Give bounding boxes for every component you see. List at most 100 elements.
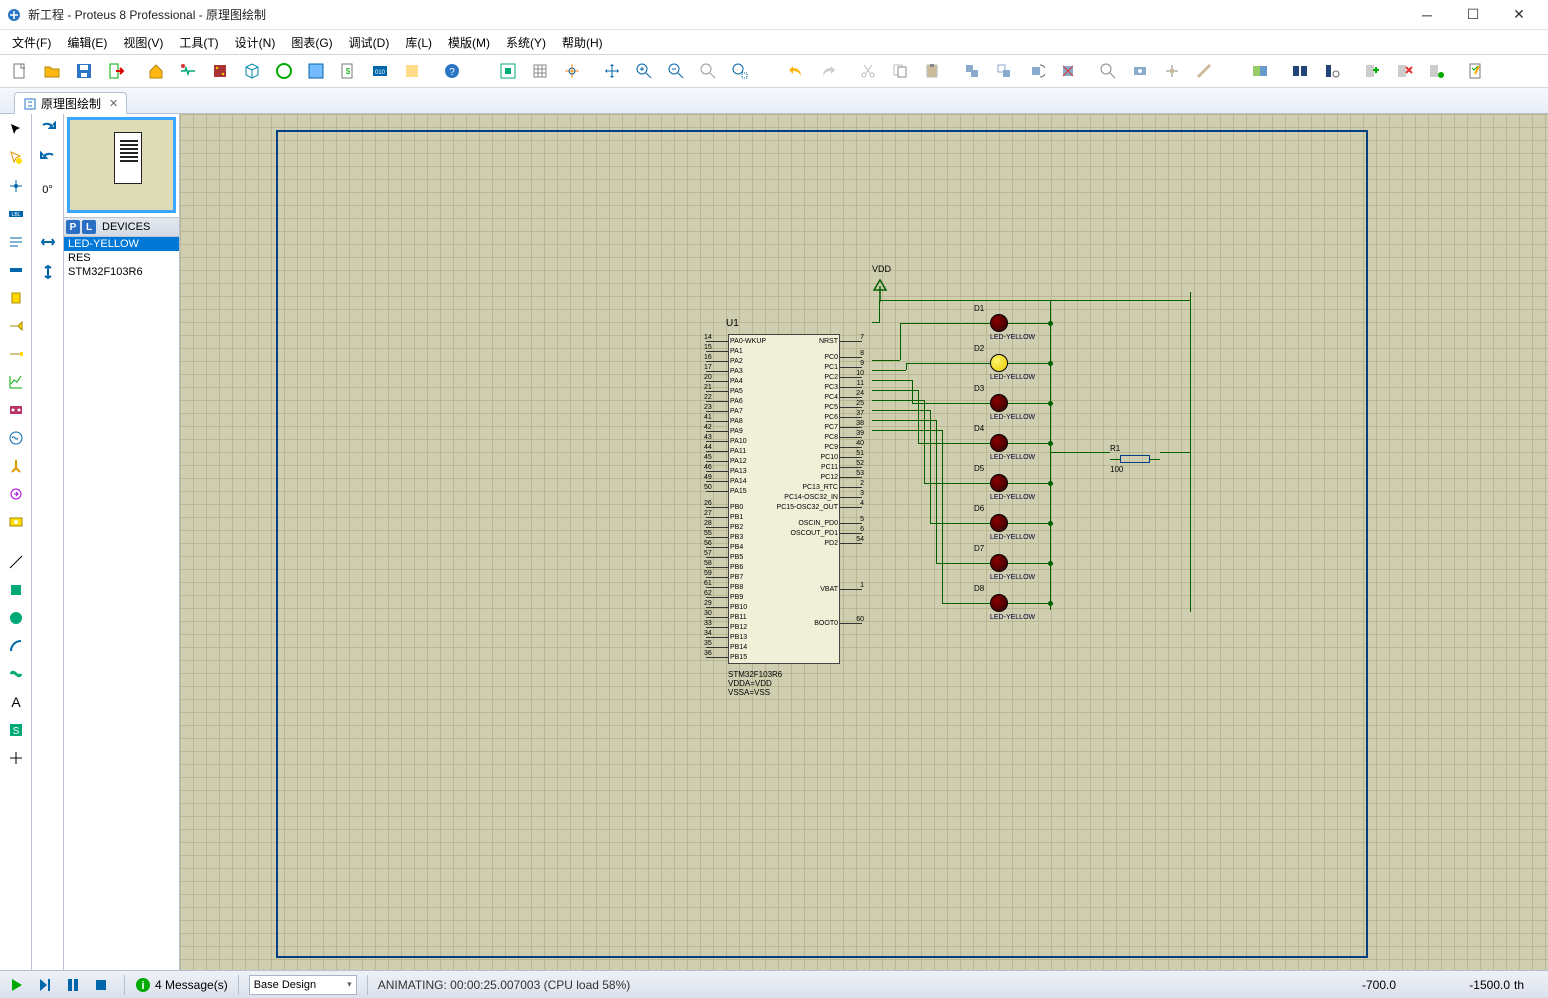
exit-icon[interactable] (101, 57, 131, 85)
cut-icon[interactable] (853, 57, 883, 85)
save-icon[interactable] (69, 57, 99, 85)
resistor-r1[interactable]: R1 100 (1110, 444, 1160, 474)
decompose-icon[interactable] (1157, 57, 1187, 85)
delpart-icon[interactable] (1389, 57, 1419, 85)
pick-l-button[interactable]: L (82, 220, 96, 234)
toggle-excl-icon[interactable] (1245, 57, 1275, 85)
junction-icon[interactable] (3, 174, 29, 198)
instruments-icon[interactable] (3, 510, 29, 534)
pcb-icon[interactable] (205, 57, 235, 85)
bom-icon[interactable]: $ (333, 57, 363, 85)
tab-schematic[interactable]: 原理图绘制 ✕ (14, 92, 127, 114)
generator-icon[interactable] (3, 426, 29, 450)
grid-icon[interactable] (525, 57, 555, 85)
menu-sys[interactable]: 系统(Y) (498, 32, 554, 53)
erc-icon[interactable] (1461, 57, 1491, 85)
menu-lib[interactable]: 库(L) (397, 32, 440, 53)
rotation-angle[interactable]: 0° (35, 178, 61, 202)
stop-button[interactable] (88, 974, 114, 996)
open-folder-icon[interactable] (37, 57, 67, 85)
tab-close-icon[interactable]: ✕ (109, 97, 118, 110)
component-mode-icon[interactable] (3, 146, 29, 170)
wire-tool-icon[interactable] (1189, 57, 1219, 85)
minimize-button[interactable]: ─ (1404, 0, 1450, 30)
undo-icon[interactable] (781, 57, 811, 85)
copy-icon[interactable] (885, 57, 915, 85)
design-explorer-icon[interactable] (301, 57, 331, 85)
block-delete-icon[interactable] (1053, 57, 1083, 85)
path-2d-icon[interactable] (3, 662, 29, 686)
vsm-icon[interactable] (397, 57, 427, 85)
device-item[interactable]: STM32F103R6 (64, 265, 179, 279)
block-rotate-icon[interactable] (1021, 57, 1051, 85)
led-D1[interactable]: D1LED-YELLOW (990, 314, 1035, 341)
symbol-2d-icon[interactable]: S (3, 718, 29, 742)
device-list[interactable]: LED-YELLOW RES STM32F103R6 (64, 237, 179, 970)
block-move-icon[interactable] (989, 57, 1019, 85)
bus-mode-icon[interactable] (3, 258, 29, 282)
design-selector[interactable]: Base Design ▾ (249, 975, 357, 995)
menu-design[interactable]: 设计(N) (227, 32, 284, 53)
mirror-v-icon[interactable] (35, 260, 61, 284)
rotate-cw-icon[interactable] (35, 118, 61, 142)
menu-chart[interactable]: 图表(G) (283, 32, 340, 53)
redo-icon[interactable] (813, 57, 843, 85)
newpart-icon[interactable] (1357, 57, 1387, 85)
label-mode-icon[interactable]: LBL (3, 202, 29, 226)
close-button[interactable]: ✕ (1496, 0, 1542, 30)
rotate-ccw-icon[interactable] (35, 148, 61, 172)
devicepin-icon[interactable] (3, 342, 29, 366)
zoom-in-icon[interactable] (629, 57, 659, 85)
zoom-all-icon[interactable] (693, 57, 723, 85)
step-button[interactable] (32, 974, 58, 996)
help-icon[interactable]: ? (437, 57, 467, 85)
source-icon[interactable]: 010 (365, 57, 395, 85)
zoom-out-icon[interactable] (661, 57, 691, 85)
search-parts-icon[interactable] (1317, 57, 1347, 85)
chip-u1[interactable]: U1 STM32F103R6 VDDA=VDD VSSA=VSS 14PA0-W… (696, 322, 872, 672)
marker-icon[interactable] (3, 746, 29, 770)
device-item[interactable]: RES (64, 251, 179, 265)
vdd-terminal[interactable] (872, 278, 888, 302)
menu-help[interactable]: 帮助(H) (554, 32, 611, 53)
led-D5[interactable]: D5LED-YELLOW (990, 474, 1035, 501)
block-copy-icon[interactable] (957, 57, 987, 85)
redraw-icon[interactable] (493, 57, 523, 85)
menu-file[interactable]: 文件(F) (4, 32, 59, 53)
device-item[interactable]: LED-YELLOW (64, 237, 179, 251)
menu-tool[interactable]: 工具(T) (171, 32, 226, 53)
subcircuit-icon[interactable] (3, 286, 29, 310)
menu-edit[interactable]: 编辑(E) (59, 32, 115, 53)
schematic-icon[interactable] (173, 57, 203, 85)
compile-icon[interactable] (1421, 57, 1451, 85)
text-2d-icon[interactable]: A (3, 690, 29, 714)
led-D3[interactable]: D3LED-YELLOW (990, 394, 1035, 421)
arc-2d-icon[interactable] (3, 634, 29, 658)
led-D6[interactable]: D6LED-YELLOW (990, 514, 1035, 541)
text-script-icon[interactable] (3, 230, 29, 254)
mirror-h-icon[interactable] (35, 230, 61, 254)
menu-debug[interactable]: 调试(D) (341, 32, 398, 53)
led-D2[interactable]: D2LED-YELLOW (990, 354, 1035, 381)
menu-tpl[interactable]: 模版(M) (440, 32, 498, 53)
line-2d-icon[interactable] (3, 550, 29, 574)
gerber-icon[interactable] (269, 57, 299, 85)
package-icon[interactable] (1125, 57, 1155, 85)
graph-mode-icon[interactable] (3, 370, 29, 394)
voltage-probe-icon[interactable] (3, 454, 29, 478)
pause-button[interactable] (60, 974, 86, 996)
box-2d-icon[interactable] (3, 578, 29, 602)
zoom-area-icon[interactable] (725, 57, 755, 85)
home-icon[interactable] (141, 57, 171, 85)
pick-icon[interactable] (1093, 57, 1123, 85)
3d-icon[interactable] (237, 57, 267, 85)
pick-p-button[interactable]: P (66, 220, 80, 234)
menu-view[interactable]: 视图(V) (115, 32, 171, 53)
messages-button[interactable]: i 4 Message(s) (135, 977, 228, 993)
led-D8[interactable]: D8LED-YELLOW (990, 594, 1035, 621)
terminal-icon[interactable] (3, 314, 29, 338)
paste-icon[interactable] (917, 57, 947, 85)
new-file-icon[interactable] (5, 57, 35, 85)
preview-window[interactable] (67, 117, 176, 213)
pan-icon[interactable] (597, 57, 627, 85)
